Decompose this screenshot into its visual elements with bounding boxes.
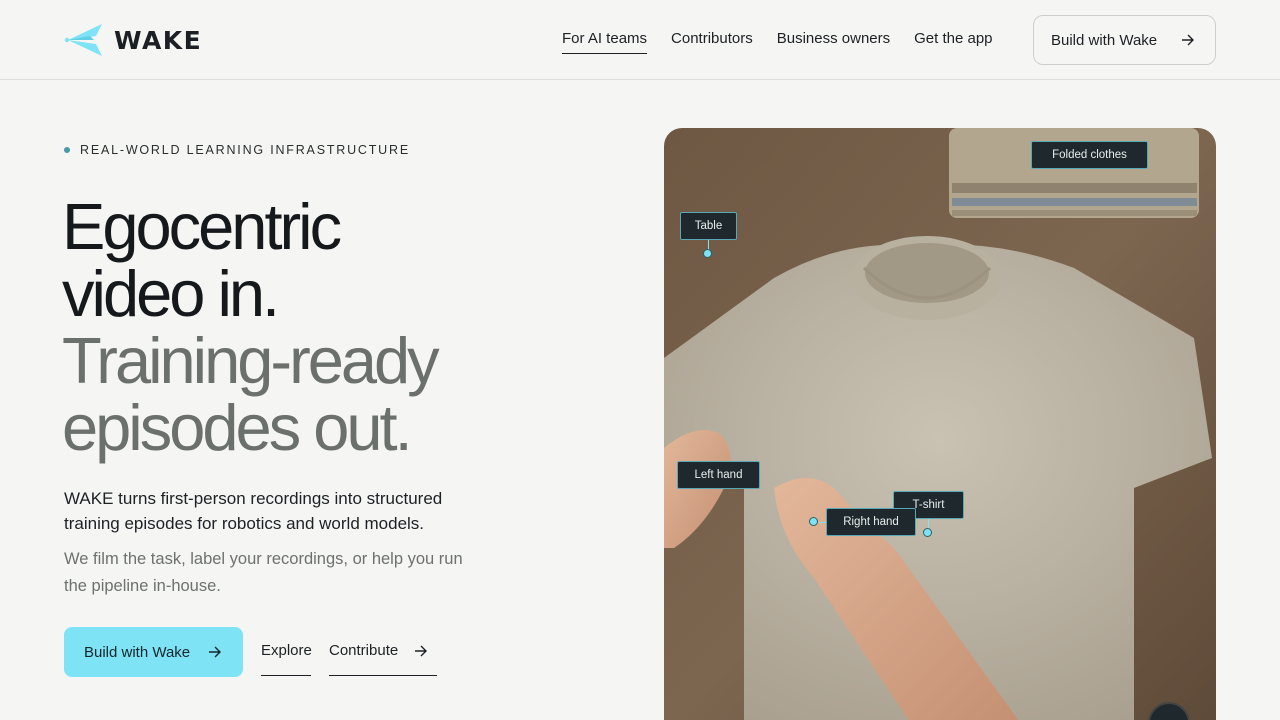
nav-item-business-owners[interactable]: Business owners xyxy=(777,30,890,54)
logo[interactable]: WAKE xyxy=(64,22,202,58)
nav-item-get-the-app[interactable]: Get the app xyxy=(914,30,992,54)
arrow-right-icon xyxy=(1182,34,1194,46)
hero-headline: Egocentric video in. Training-ready epis… xyxy=(62,193,622,461)
label-table: Table xyxy=(680,212,737,240)
contribute-link[interactable]: Contribute xyxy=(329,641,437,676)
contribute-label: Contribute xyxy=(329,642,399,659)
hero-video: Folded clothes Table Left hand T-shirt R… xyxy=(664,128,1216,720)
label-right-hand: Right hand xyxy=(826,508,916,536)
label-t-shirt-pin xyxy=(923,528,932,537)
eyebrow: REAL-WORLD LEARNING INFRASTRUCTURE xyxy=(64,143,410,157)
explore-label: Explore xyxy=(261,642,312,659)
hero-sub: We film the task, label your recordings,… xyxy=(64,550,463,595)
arrow-right-icon xyxy=(415,645,428,657)
build-with-wake-button[interactable]: Build with Wake xyxy=(64,627,243,677)
headline-line-3: Training-ready xyxy=(62,324,440,397)
eyebrow-dot xyxy=(64,147,70,153)
eyebrow-text: REAL-WORLD LEARNING INFRASTRUCTURE xyxy=(80,143,410,157)
nav-item-for-ai-teams[interactable]: For AI teams xyxy=(562,30,648,54)
logo-text: WAKE xyxy=(114,25,203,55)
site-header: WAKE For AI teams Contributors Business … xyxy=(0,0,1280,80)
main-nav: For AI teams Contributors Business owner… xyxy=(562,30,993,54)
logo-mark-icon xyxy=(64,24,102,56)
header-build-label: Build with Wake xyxy=(1051,31,1158,49)
build-with-wake-label: Build with Wake xyxy=(84,643,191,661)
label-table-pin xyxy=(703,249,712,258)
headline-line-4: episodes out. xyxy=(62,391,413,464)
label-folded-clothes: Folded clothes xyxy=(1031,141,1148,169)
label-left-hand: Left hand xyxy=(677,461,760,489)
hero-video-frame xyxy=(664,128,1216,720)
header-build-button[interactable]: Build with Wake xyxy=(1033,15,1216,65)
nav-item-contributors[interactable]: Contributors xyxy=(671,30,753,54)
hero-lead: WAKE turns first-person recordings into … xyxy=(64,489,443,533)
headline-line-1: Egocentric xyxy=(62,190,342,263)
arrow-right-icon xyxy=(209,646,221,658)
headline-line-2: video in. xyxy=(62,257,280,330)
label-right-hand-pin xyxy=(809,517,818,526)
explore-link[interactable]: Explore xyxy=(261,641,312,676)
